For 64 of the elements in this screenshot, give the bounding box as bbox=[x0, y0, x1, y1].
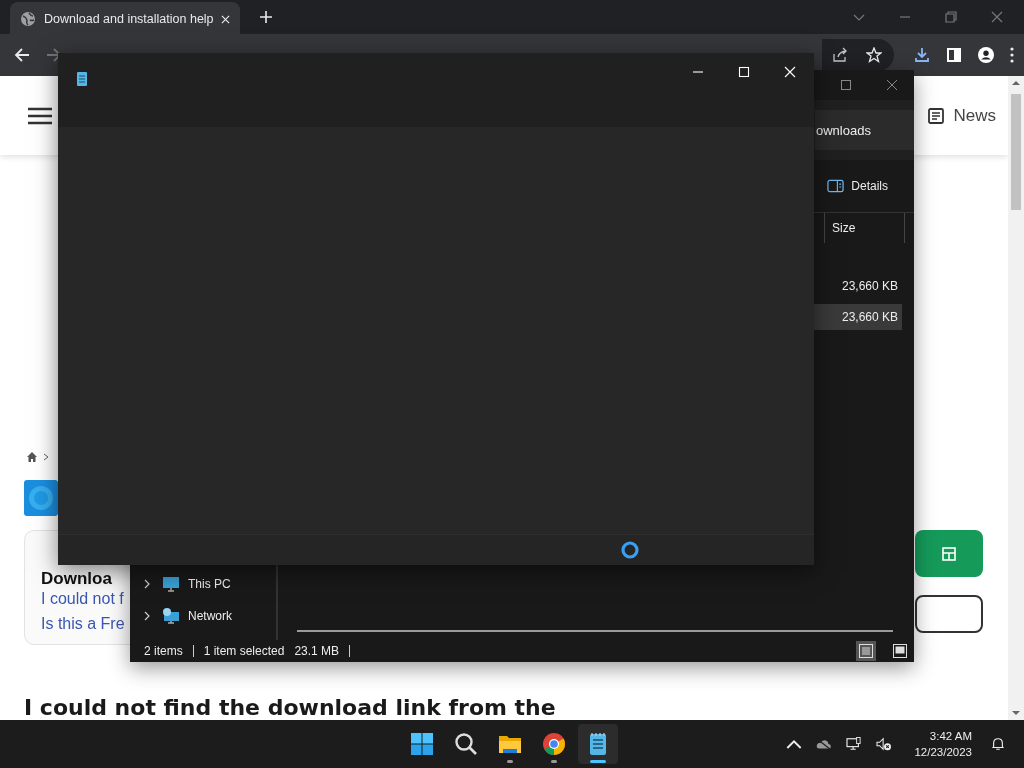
monitor-icon bbox=[163, 576, 179, 592]
question-link[interactable]: I could not f bbox=[41, 589, 124, 609]
restore-icon[interactable] bbox=[945, 11, 957, 23]
news-link[interactable]: News bbox=[928, 105, 996, 126]
share-icon[interactable] bbox=[832, 47, 848, 63]
globe-icon bbox=[20, 11, 36, 27]
nav-item[interactable]: This PC bbox=[130, 568, 276, 600]
clock-date[interactable]: 12/23/2023 bbox=[914, 744, 972, 760]
taskbar-app[interactable] bbox=[578, 724, 618, 764]
scroll-down-icon[interactable] bbox=[1012, 710, 1020, 716]
details-view-button[interactable] bbox=[856, 641, 876, 661]
card-title: Downloa bbox=[41, 569, 112, 589]
panel-icon bbox=[827, 179, 845, 193]
chevron-right-icon[interactable] bbox=[144, 579, 150, 589]
new-tab-icon[interactable] bbox=[260, 11, 272, 23]
star-icon[interactable] bbox=[866, 47, 882, 63]
question-link[interactable]: Is this a Fre bbox=[41, 614, 125, 634]
address-field[interactable]: ownloads bbox=[815, 110, 914, 150]
running-indicator bbox=[507, 760, 513, 763]
scroll-up-icon[interactable] bbox=[1012, 80, 1020, 86]
forward-icon[interactable] bbox=[46, 47, 62, 63]
network-icon[interactable] bbox=[846, 737, 863, 751]
tiles-view-button[interactable] bbox=[890, 641, 910, 661]
grid-button[interactable] bbox=[915, 530, 983, 577]
status-text: 23.1 MB bbox=[294, 644, 340, 658]
file-row[interactable]: 23,660 KB bbox=[814, 304, 902, 330]
status-text: 1 item selected bbox=[203, 644, 285, 658]
page-heading: I could not find the download link from the bbox=[24, 695, 557, 720]
network-icon bbox=[163, 608, 179, 624]
status-text: 2 items bbox=[144, 644, 183, 658]
menu-icon[interactable] bbox=[28, 106, 52, 125]
windows-logo-icon bbox=[410, 732, 434, 756]
list-icon bbox=[859, 644, 873, 658]
scrollbar[interactable] bbox=[1008, 76, 1024, 720]
nav-item[interactable]: Network bbox=[130, 600, 276, 632]
notification-icon[interactable] bbox=[990, 737, 1006, 751]
grid-icon bbox=[942, 546, 956, 561]
address-bar[interactable] bbox=[822, 39, 894, 71]
scrollbar-thumb[interactable] bbox=[1011, 94, 1021, 210]
menu-icon[interactable] bbox=[1010, 47, 1014, 63]
clock-time[interactable]: 3:42 AM bbox=[929, 728, 972, 744]
column-header[interactable]: Size bbox=[824, 213, 905, 243]
running-indicator bbox=[551, 760, 557, 763]
chevron-right-icon[interactable] bbox=[144, 611, 150, 621]
speaker-muted-icon[interactable] bbox=[876, 737, 893, 751]
notepad-icon bbox=[76, 71, 88, 87]
browser-tab[interactable]: Download and installation help bbox=[10, 2, 240, 36]
search-icon bbox=[454, 732, 478, 756]
outline-button[interactable] bbox=[915, 595, 983, 633]
scrollbar[interactable] bbox=[297, 630, 893, 632]
details-button[interactable]: Details bbox=[821, 178, 894, 194]
back-icon[interactable] bbox=[14, 47, 30, 63]
file-row[interactable]: 23,660 KB bbox=[814, 273, 902, 299]
tiles-icon bbox=[893, 644, 907, 658]
app-logo-icon bbox=[24, 480, 58, 516]
news-icon bbox=[928, 107, 945, 124]
side-panel-icon[interactable] bbox=[946, 47, 962, 63]
cloud-off-icon[interactable] bbox=[816, 737, 833, 751]
running-indicator bbox=[590, 760, 606, 763]
download-icon[interactable] bbox=[914, 47, 930, 63]
home-icon[interactable] bbox=[26, 451, 38, 463]
browser-icon bbox=[542, 732, 566, 756]
profile-icon[interactable] bbox=[978, 47, 994, 63]
breadcrumb-separator-icon bbox=[43, 453, 49, 461]
